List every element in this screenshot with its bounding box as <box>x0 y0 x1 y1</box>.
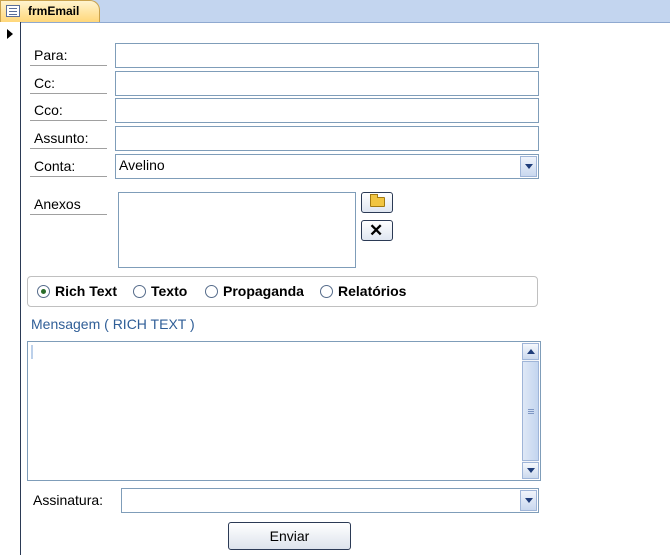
attachments-list[interactable] <box>118 192 356 268</box>
conta-value: Avelino <box>119 157 165 173</box>
assunto-label: Assunto: <box>30 127 107 149</box>
message-label: Mensagem ( RICH TEXT ) <box>31 316 195 332</box>
text-caret <box>31 345 33 359</box>
radio-icon[interactable] <box>320 285 333 298</box>
folder-open-icon <box>370 194 385 207</box>
radio-icon[interactable] <box>205 285 218 298</box>
message-scrollbar[interactable] <box>522 343 539 479</box>
cco-input[interactable] <box>115 98 539 123</box>
cc-label: Cc: <box>30 72 107 94</box>
scroll-up-icon[interactable] <box>522 343 539 360</box>
cco-label: Cco: <box>30 99 107 121</box>
option-label: Rich Text <box>55 283 117 299</box>
remove-attachment-button[interactable]: ✕ <box>361 220 393 241</box>
grip-icon <box>528 411 534 412</box>
tab-frmemail[interactable]: frmEmail <box>0 0 100 22</box>
scroll-thumb[interactable] <box>522 361 539 461</box>
current-record-arrow-icon <box>7 29 13 39</box>
radio-icon[interactable] <box>133 285 146 298</box>
format-option-group: Rich Text Texto Propaganda Relatórios <box>27 276 538 307</box>
para-label: Para: <box>30 44 107 66</box>
form-icon <box>6 5 20 17</box>
conta-label: Conta: <box>30 155 107 177</box>
record-selector[interactable] <box>0 22 21 555</box>
option-label: Relatórios <box>338 283 407 299</box>
chevron-down-icon[interactable] <box>520 490 537 511</box>
para-input[interactable] <box>115 43 539 68</box>
close-icon: ✕ <box>369 221 384 240</box>
add-attachment-button[interactable] <box>361 192 393 213</box>
cc-input[interactable] <box>115 71 539 96</box>
assinatura-combobox[interactable] <box>121 488 539 513</box>
assunto-input[interactable] <box>115 126 539 151</box>
message-textarea[interactable] <box>27 341 541 481</box>
radio-selected-icon[interactable] <box>37 285 50 298</box>
assinatura-label: Assinatura: <box>33 492 104 508</box>
scroll-down-icon[interactable] <box>522 462 539 479</box>
chevron-down-icon[interactable] <box>520 156 537 177</box>
tab-label: frmEmail <box>28 4 80 18</box>
send-button[interactable]: Enviar <box>228 522 351 550</box>
anexos-label: Anexos <box>30 193 107 215</box>
option-label: Propaganda <box>223 283 304 299</box>
document-tab-bar: frmEmail <box>0 0 670 23</box>
conta-combobox[interactable]: Avelino <box>115 154 539 179</box>
option-label: Texto <box>151 283 188 299</box>
